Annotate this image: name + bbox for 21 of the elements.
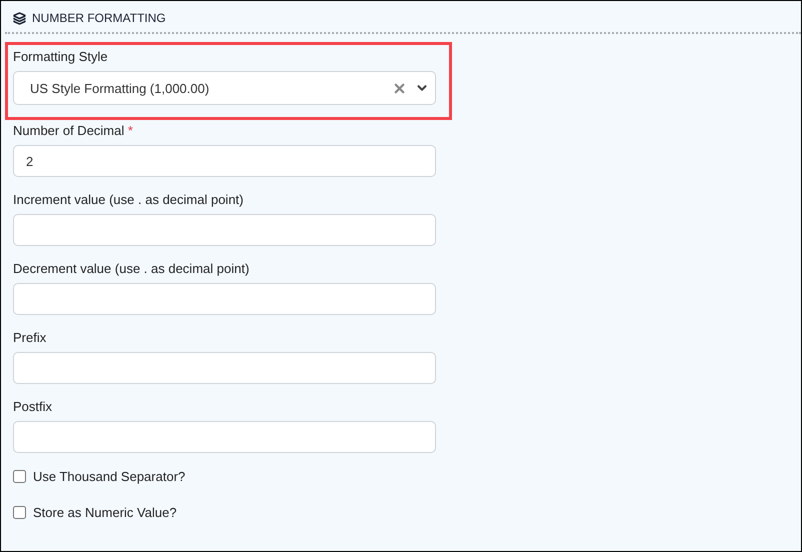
field-label: Number of Decimal *	[13, 123, 134, 139]
input-field[interactable]	[13, 283, 436, 315]
input-field[interactable]: 2	[13, 145, 436, 177]
checkbox-label: Use Thousand Separator?	[33, 468, 186, 484]
field-label: Decrement value (use . as decimal point)	[13, 261, 250, 277]
section-title: NUMBER FORMATTING	[32, 10, 166, 26]
field-label: Postfix	[13, 399, 54, 415]
select-field[interactable]: US Style Formatting (1,000.00)	[13, 71, 436, 105]
input-field[interactable]	[13, 214, 436, 246]
input-field[interactable]	[13, 421, 436, 453]
input-field[interactable]	[13, 352, 436, 384]
checkbox[interactable]	[13, 506, 26, 518]
checkbox-label: Store as Numeric Value?	[33, 504, 177, 520]
field-label: Increment value (use . as decimal point)	[13, 192, 244, 208]
checkbox[interactable]	[13, 470, 26, 482]
layers-icon	[13, 12, 26, 24]
clear-icon[interactable]	[392, 80, 407, 96]
select-value: US Style Formatting (1,000.00)	[30, 80, 210, 96]
field-label: Prefix	[13, 330, 48, 346]
field-label: Formatting Style	[13, 49, 109, 65]
required-mark: *	[126, 123, 133, 138]
